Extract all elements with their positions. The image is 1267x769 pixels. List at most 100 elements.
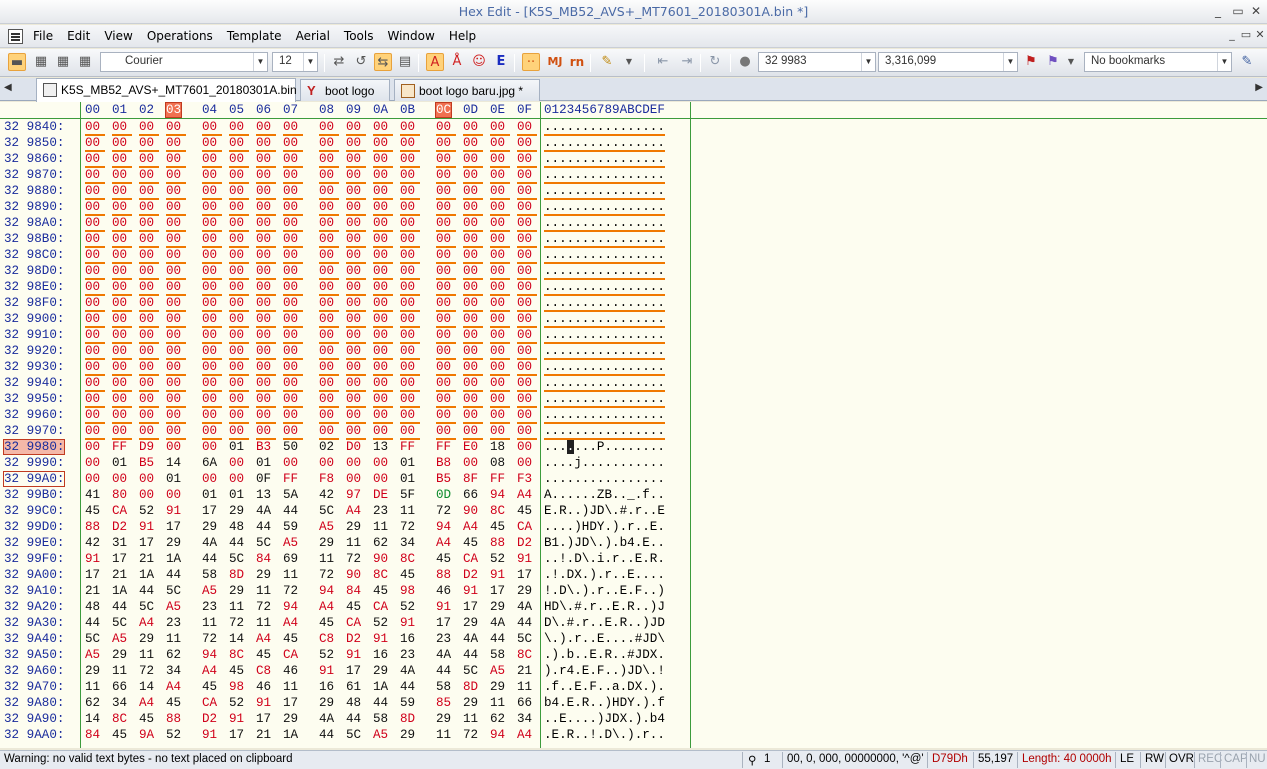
hex-byte[interactable]: 00 <box>436 360 456 376</box>
hex-byte[interactable]: 8C <box>490 504 510 518</box>
hex-byte[interactable]: 16 <box>373 648 393 662</box>
hex-byte[interactable]: FF <box>400 440 420 454</box>
hex-byte[interactable]: 00 <box>436 248 456 264</box>
hex-byte[interactable]: 44 <box>139 584 159 598</box>
hex-byte[interactable]: 00 <box>283 152 303 168</box>
hex-byte[interactable]: 00 <box>490 184 510 200</box>
hex-byte[interactable]: 00 <box>346 136 366 152</box>
hex-byte[interactable]: 00 <box>436 408 456 424</box>
hex-byte[interactable]: 94 <box>283 600 303 614</box>
hex-byte[interactable]: 00 <box>283 136 303 152</box>
hex-byte[interactable]: CA <box>202 696 222 710</box>
char-data[interactable]: ....)HDY.).r..E. <box>544 520 665 534</box>
hex-byte[interactable]: 45 <box>85 504 105 518</box>
tab-boot-logo-baru[interactable]: boot logo baru.jpg * <box>394 79 540 101</box>
hex-byte[interactable]: A4 <box>319 600 339 614</box>
hex-byte[interactable]: 00 <box>85 120 105 136</box>
hex-byte[interactable]: 00 <box>319 344 339 360</box>
hex-byte[interactable]: 00 <box>373 456 393 470</box>
hex-byte[interactable]: 11 <box>229 600 249 614</box>
hex-byte[interactable]: 00 <box>319 120 339 136</box>
chevron-down-icon[interactable]: ▼ <box>861 53 875 71</box>
hex-byte[interactable]: 48 <box>346 696 366 710</box>
hex-byte[interactable]: 00 <box>256 232 276 248</box>
hex-byte[interactable]: 00 <box>463 424 483 440</box>
hex-byte[interactable]: 84 <box>256 552 276 566</box>
hex-byte[interactable]: 4A <box>319 712 339 726</box>
hex-byte[interactable]: 00 <box>373 360 393 376</box>
chevron-down-icon[interactable]: ▼ <box>1217 53 1231 71</box>
hex-byte[interactable]: 45 <box>490 520 510 534</box>
hex-byte[interactable]: 00 <box>229 120 249 136</box>
hex-byte[interactable]: 00 <box>166 408 186 424</box>
hex-byte[interactable]: 00 <box>166 168 186 184</box>
hex-byte[interactable]: 00 <box>166 440 186 454</box>
hex-byte[interactable]: 00 <box>319 376 339 392</box>
hex-byte[interactable]: 00 <box>202 312 222 328</box>
hex-byte[interactable]: 00 <box>346 120 366 136</box>
hex-byte[interactable]: 00 <box>229 456 249 470</box>
hex-byte[interactable]: 00 <box>400 184 420 200</box>
hex-byte[interactable]: 17 <box>490 584 510 598</box>
hex-byte[interactable]: 62 <box>85 696 105 710</box>
hex-byte[interactable]: 00 <box>400 168 420 184</box>
hex-byte[interactable]: 00 <box>490 296 510 312</box>
hex-byte[interactable]: 00 <box>517 152 537 168</box>
hex-byte[interactable]: 00 <box>517 456 537 470</box>
hex-byte[interactable]: 00 <box>139 152 159 168</box>
hex-byte[interactable]: A4 <box>436 536 456 550</box>
hex-byte[interactable]: 11 <box>139 648 159 662</box>
hex-byte[interactable]: 00 <box>256 264 276 280</box>
hex-byte[interactable]: 14 <box>139 680 159 694</box>
hex-byte[interactable]: 00 <box>400 296 420 312</box>
hex-byte[interactable]: 00 <box>202 200 222 216</box>
hex-byte[interactable]: 00 <box>166 216 186 232</box>
hex-byte[interactable]: 00 <box>400 360 420 376</box>
smiley-icon[interactable]: ☺ <box>470 53 488 71</box>
hex-byte[interactable]: 00 <box>463 152 483 168</box>
hex-byte[interactable]: 00 <box>229 424 249 440</box>
hex-byte[interactable]: 00 <box>283 264 303 280</box>
hex-byte[interactable]: 00 <box>85 344 105 360</box>
hex-byte[interactable]: 00 <box>229 392 249 408</box>
menu-file[interactable]: File <box>26 25 60 48</box>
hex-byte[interactable]: 11 <box>490 696 510 710</box>
hex-byte[interactable]: 84 <box>346 584 366 598</box>
hex-byte[interactable]: 23 <box>436 632 456 646</box>
hex-byte[interactable]: 5C <box>166 584 186 598</box>
hex-byte[interactable]: 45 <box>112 728 132 742</box>
hex-byte[interactable]: 00 <box>166 120 186 136</box>
hex-byte[interactable]: 00 <box>283 232 303 248</box>
hex-byte[interactable]: 17 <box>256 712 276 726</box>
hex-byte[interactable]: 00 <box>436 392 456 408</box>
hex-byte[interactable]: 52 <box>166 728 186 742</box>
hex-byte[interactable]: 00 <box>202 424 222 440</box>
char-data[interactable]: ................ <box>544 232 665 248</box>
hex-byte[interactable]: 00 <box>319 216 339 232</box>
hex-byte[interactable]: F8 <box>319 472 339 486</box>
hex-byte[interactable]: 00 <box>283 328 303 344</box>
hex-byte[interactable]: 00 <box>202 248 222 264</box>
hex-byte[interactable]: 80 <box>112 488 132 502</box>
hex-byte[interactable]: 00 <box>202 232 222 248</box>
hex-byte[interactable]: 29 <box>463 616 483 630</box>
hex-byte[interactable]: FF <box>490 472 510 486</box>
hex-byte[interactable]: 00 <box>319 152 339 168</box>
char-data[interactable]: ................ <box>544 200 665 216</box>
hex-byte[interactable]: 6A <box>202 456 222 470</box>
address-combo[interactable]: 32 9983 ▼ <box>758 52 876 72</box>
hex-byte[interactable]: 88 <box>490 536 510 550</box>
hex-byte[interactable]: 91 <box>463 584 483 598</box>
hex-byte[interactable]: 11 <box>463 712 483 726</box>
hex-byte[interactable]: 11 <box>517 680 537 694</box>
char-data[interactable]: ................ <box>544 360 665 376</box>
hex-byte[interactable]: D2 <box>463 568 483 582</box>
hex-byte[interactable]: A5 <box>202 584 222 598</box>
hex-byte[interactable]: 00 <box>346 392 366 408</box>
hex-byte[interactable]: 00 <box>346 280 366 296</box>
menu-template[interactable]: Template <box>220 25 289 48</box>
hex-byte[interactable]: 00 <box>463 184 483 200</box>
hex-byte[interactable]: 00 <box>229 232 249 248</box>
hex-byte[interactable]: 00 <box>256 216 276 232</box>
hex-byte[interactable]: A5 <box>490 664 510 678</box>
